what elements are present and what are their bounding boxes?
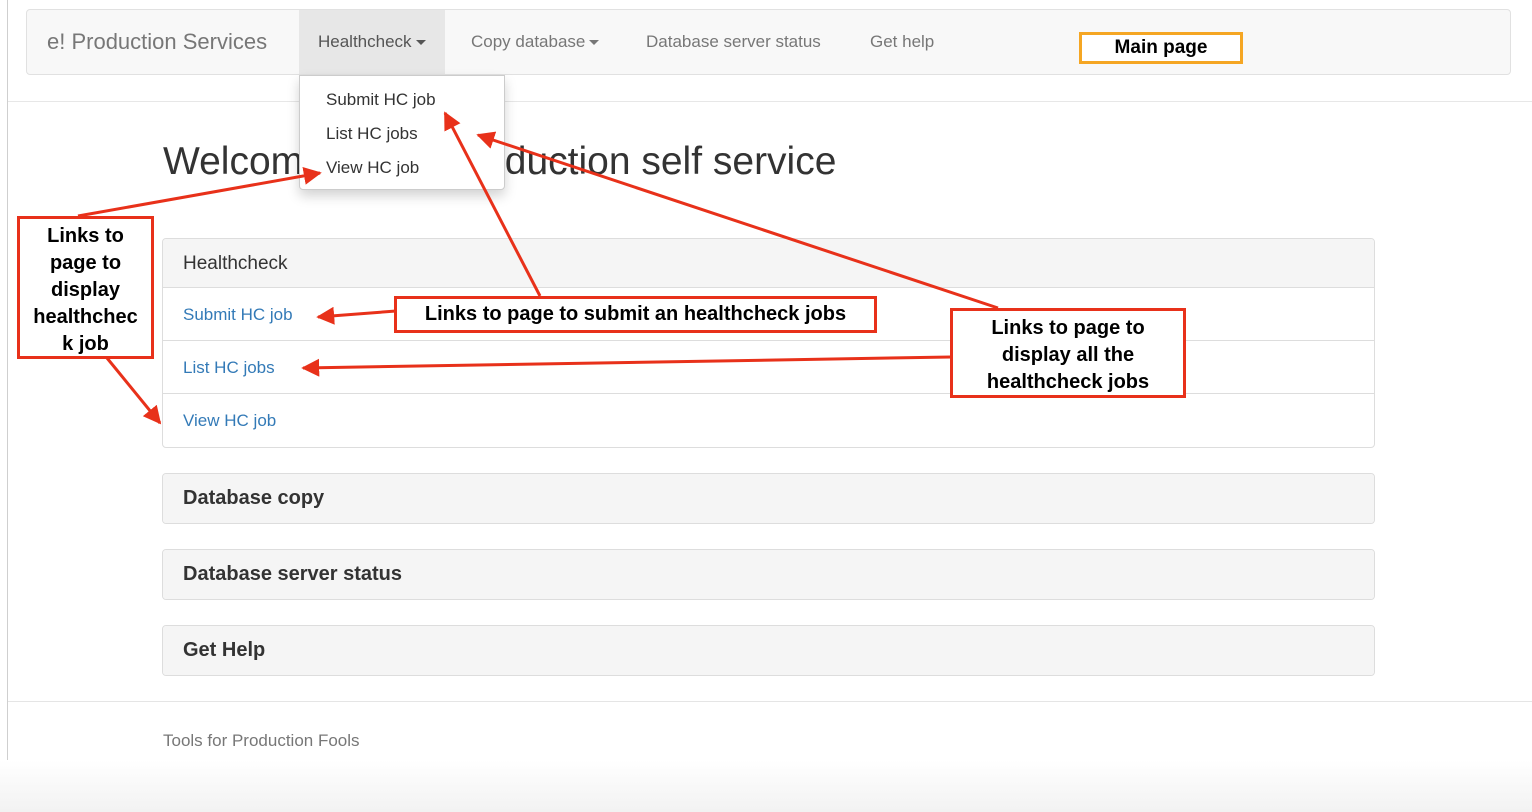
annotation-submit-hc-jobs: Links to page to submit an healthcheck j…: [394, 296, 877, 333]
annotation-main-page: Main page: [1079, 32, 1243, 64]
annotation-line: Links to: [47, 225, 124, 247]
annotation-line: healthcheck jobs: [986, 371, 1150, 393]
annotation-line: display all the: [1001, 344, 1135, 366]
annotation-line: page to: [49, 252, 122, 274]
annotation-line: display: [51, 279, 120, 301]
arrow-to-view-hc-job-link: [105, 357, 162, 425]
arrow-to-submit-hc-job-link: [316, 306, 397, 325]
arrow-to-dropdown-list-hc-jobs: [476, 131, 999, 310]
annotation-line: Links to page to: [991, 317, 1145, 339]
annotation-arrows: [77, 111, 999, 425]
arrow-to-dropdown-view-hc-job: [77, 166, 322, 218]
annotation-list-hc-jobs: Links to page to display all the healthc…: [950, 308, 1186, 398]
annotation-line: healthchec: [33, 306, 138, 328]
annotation-line: k job: [62, 333, 109, 355]
arrow-to-list-hc-jobs-link: [301, 355, 952, 377]
annotation-view-hc-job: Links to page to display healthchec k jo…: [17, 216, 154, 359]
